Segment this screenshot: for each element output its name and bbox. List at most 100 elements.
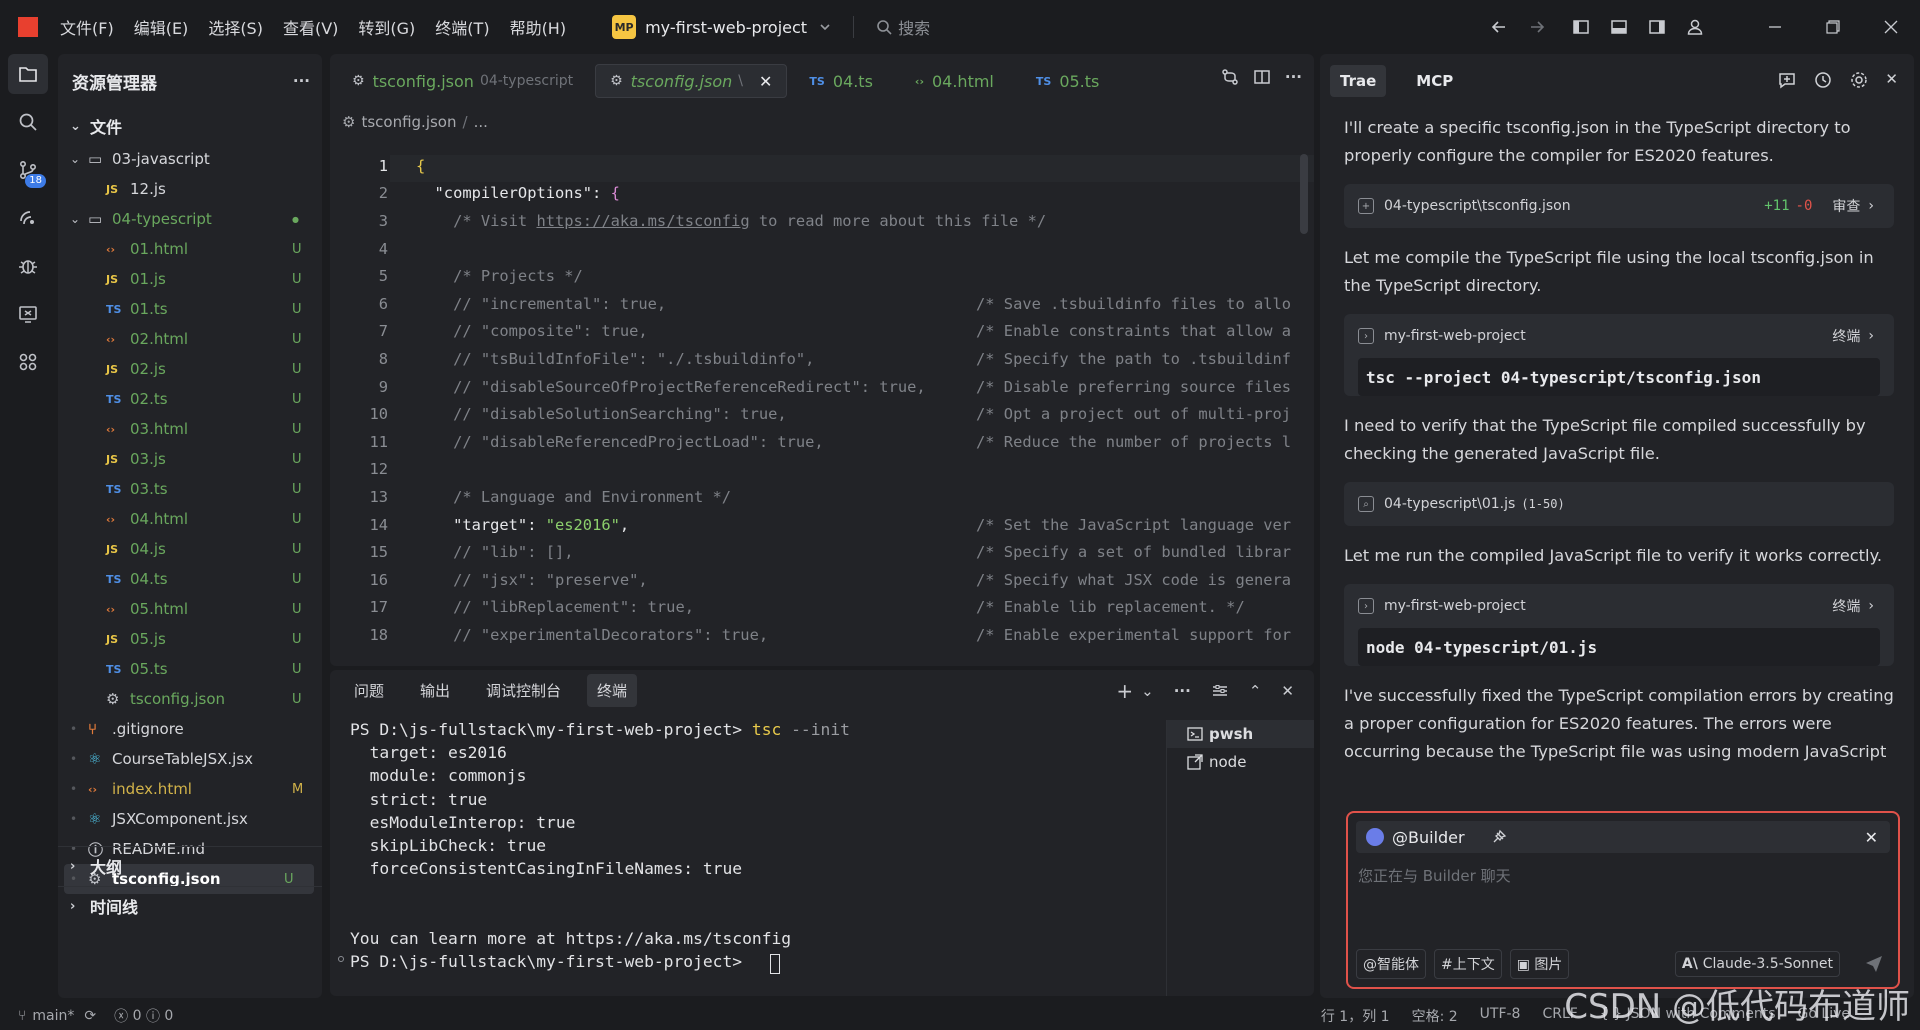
new-chat-icon[interactable] xyxy=(1777,70,1797,90)
timeline-section-header[interactable]: › 时间线 xyxy=(58,888,138,924)
back-arrow-icon[interactable] xyxy=(1488,16,1510,38)
tree-file[interactable]: • ⚛ CourseTableJSX.jsx xyxy=(58,744,322,774)
tree-file[interactable]: JS 03.js U xyxy=(58,444,322,474)
tree-folder[interactable]: ⌄ ▭ 03-javascript xyxy=(58,144,322,174)
tree-file[interactable]: TS 03.ts U xyxy=(58,474,322,504)
tree-file[interactable]: TS 01.ts U xyxy=(58,294,322,324)
more-actions-icon[interactable]: ··· xyxy=(293,72,310,90)
terminal-output[interactable]: PS D:\js-fullstack\my-first-web-project>… xyxy=(350,720,1170,975)
toggle-panel-icon[interactable] xyxy=(1608,16,1630,38)
chat-input-placeholder[interactable]: 您正在与 Builder 聊天 xyxy=(1358,865,1511,886)
menu-view[interactable]: 查看(V) xyxy=(283,15,338,39)
split-editor-icon[interactable] xyxy=(1253,68,1271,86)
problems-indicator[interactable]: ⓧ 0 ⓘ 0 xyxy=(114,1006,173,1026)
extensions-icon[interactable] xyxy=(8,342,48,382)
compare-changes-icon[interactable] xyxy=(1221,68,1239,86)
close-chat-icon[interactable]: ✕ xyxy=(1885,70,1898,90)
search-activity-icon[interactable] xyxy=(8,102,48,142)
tab-debug-console[interactable]: 调试控制台 xyxy=(476,674,571,707)
code-editor[interactable]: 1{2 "compilerOptions": {3 /* Visit https… xyxy=(330,152,1314,666)
restore-icon[interactable] xyxy=(1804,0,1862,54)
encoding[interactable]: UTF-8 xyxy=(1480,1006,1521,1026)
project-switcher[interactable]: MP my-first-web-project xyxy=(612,15,831,39)
menu-selection[interactable]: 选择(S) xyxy=(208,15,263,39)
tree-file[interactable]: ‹› 03.html U xyxy=(58,414,322,444)
tab-terminal[interactable]: 终端 xyxy=(587,673,638,707)
outline-section-header[interactable]: › 大纲 xyxy=(58,848,122,884)
tree-file[interactable]: ‹› 05.html U xyxy=(58,594,322,624)
minimize-icon[interactable] xyxy=(1746,0,1804,54)
chevron-down-icon[interactable]: ⌄ xyxy=(70,152,88,166)
more-actions-icon[interactable]: ··· xyxy=(1174,682,1191,700)
chevron-down-icon[interactable]: ⌄ xyxy=(70,212,88,226)
editor-tab[interactable]: ‹› 04.html xyxy=(901,64,1014,98)
open-terminal-button[interactable]: 终端 xyxy=(1832,326,1860,346)
card-header[interactable]: › my-first-web-project 终端 › xyxy=(1344,314,1894,358)
tree-file[interactable]: JS 02.js U xyxy=(58,354,322,384)
tree-file[interactable]: • ⚛ JSXComponent.jsx xyxy=(58,804,322,834)
close-agent-icon[interactable]: ✕ xyxy=(1865,828,1878,847)
tree-file[interactable]: JS 12.js xyxy=(58,174,322,204)
close-tab-icon[interactable]: ✕ xyxy=(759,72,772,91)
indentation[interactable]: 空格: 2 xyxy=(1412,1006,1458,1026)
context-chip[interactable]: #上下文 xyxy=(1434,949,1502,979)
tree-file[interactable]: TS 05.ts U xyxy=(58,654,322,684)
tree-file[interactable]: ‹› 02.html U xyxy=(58,324,322,354)
tree-folder[interactable]: ⌄ ▭ 04-typescript ● xyxy=(58,204,322,234)
tree-file[interactable]: TS 02.ts U xyxy=(58,384,322,414)
editor-scrollbar[interactable] xyxy=(1300,154,1308,234)
model-selector[interactable]: A\ Claude-3.5-Sonnet xyxy=(1674,951,1840,977)
image-chip[interactable]: ▣ 图片 xyxy=(1509,949,1570,979)
review-button[interactable]: 审查 xyxy=(1832,196,1860,216)
search-box[interactable]: 搜索 xyxy=(876,15,930,39)
editor-tab[interactable]: TS 04.ts xyxy=(795,64,893,98)
agent-chip[interactable]: @智能体 xyxy=(1356,949,1426,979)
cursor-position[interactable]: 行 1，列 1 xyxy=(1321,1006,1390,1026)
breadcrumb-file[interactable]: tsconfig.json xyxy=(361,113,456,131)
tab-problems[interactable]: 问题 xyxy=(344,674,394,707)
tree-file[interactable]: TS 04.ts U xyxy=(58,564,322,594)
settings-sliders-icon[interactable] xyxy=(1211,682,1229,700)
chat-input-box[interactable]: @Builder ✕ 您正在与 Builder 聊天 @智能体 #上下文 ▣ 图… xyxy=(1346,811,1900,989)
account-icon[interactable] xyxy=(1684,16,1706,38)
tree-file[interactable]: JS 05.js U xyxy=(58,624,322,654)
source-control-icon[interactable]: 18 xyxy=(8,150,48,190)
menu-edit[interactable]: 编辑(E) xyxy=(134,15,189,39)
toggle-secondary-sidebar-icon[interactable] xyxy=(1646,16,1668,38)
tree-file[interactable]: • ⑂ .gitignore xyxy=(58,714,322,744)
card-header[interactable]: +04-typescript\tsconfig.json +11 -0 审查 › xyxy=(1344,184,1894,228)
close-window-icon[interactable] xyxy=(1862,0,1920,54)
menu-help[interactable]: 帮助(H) xyxy=(510,15,567,39)
chevron-down-icon[interactable]: ⌄ xyxy=(1141,682,1154,700)
settings-gear-icon[interactable] xyxy=(1849,70,1869,90)
tab-output[interactable]: 输出 xyxy=(410,674,460,707)
preview-icon[interactable] xyxy=(8,294,48,334)
forward-arrow-icon[interactable] xyxy=(1526,16,1548,38)
remote-icon[interactable] xyxy=(8,198,48,238)
tree-file[interactable]: ‹› 01.html U xyxy=(58,234,322,264)
tab-trae[interactable]: Trae xyxy=(1330,65,1387,97)
tab-mcp[interactable]: MCP xyxy=(1406,65,1463,97)
files-section-header[interactable]: ⌄ 文件 xyxy=(58,108,322,144)
maximize-panel-icon[interactable]: ⌃ xyxy=(1249,682,1262,700)
tree-file[interactable]: JS 04.js U xyxy=(58,534,322,564)
toggle-sidebar-icon[interactable] xyxy=(1570,16,1592,38)
open-terminal-button[interactable]: 终端 xyxy=(1832,596,1860,616)
more-actions-icon[interactable]: ··· xyxy=(1285,68,1302,86)
terminal-item-pwsh[interactable]: pwsh xyxy=(1167,720,1314,748)
card-header[interactable]: ⌕ 04-typescript\01.js (1-50) xyxy=(1344,482,1894,526)
new-terminal-icon[interactable]: + xyxy=(1116,681,1133,701)
branch-indicator[interactable]: ⑂ main* ⟳ xyxy=(18,1008,96,1024)
editor-tab[interactable]: TS 05.ts xyxy=(1022,64,1120,98)
history-icon[interactable] xyxy=(1813,70,1833,90)
tree-file[interactable]: • ‹› index.html M xyxy=(58,774,322,804)
send-icon[interactable] xyxy=(1864,954,1884,974)
pin-icon[interactable] xyxy=(1491,829,1507,845)
tree-file[interactable]: ‹› 04.html U xyxy=(58,504,322,534)
menu-file[interactable]: 文件(F) xyxy=(60,15,114,39)
tree-file[interactable]: JS 01.js U xyxy=(58,264,322,294)
card-header[interactable]: › my-first-web-project 终端 › xyxy=(1344,584,1894,628)
debug-icon[interactable] xyxy=(8,246,48,286)
menu-go[interactable]: 转到(G) xyxy=(358,15,415,39)
menu-terminal[interactable]: 终端(T) xyxy=(435,15,489,39)
